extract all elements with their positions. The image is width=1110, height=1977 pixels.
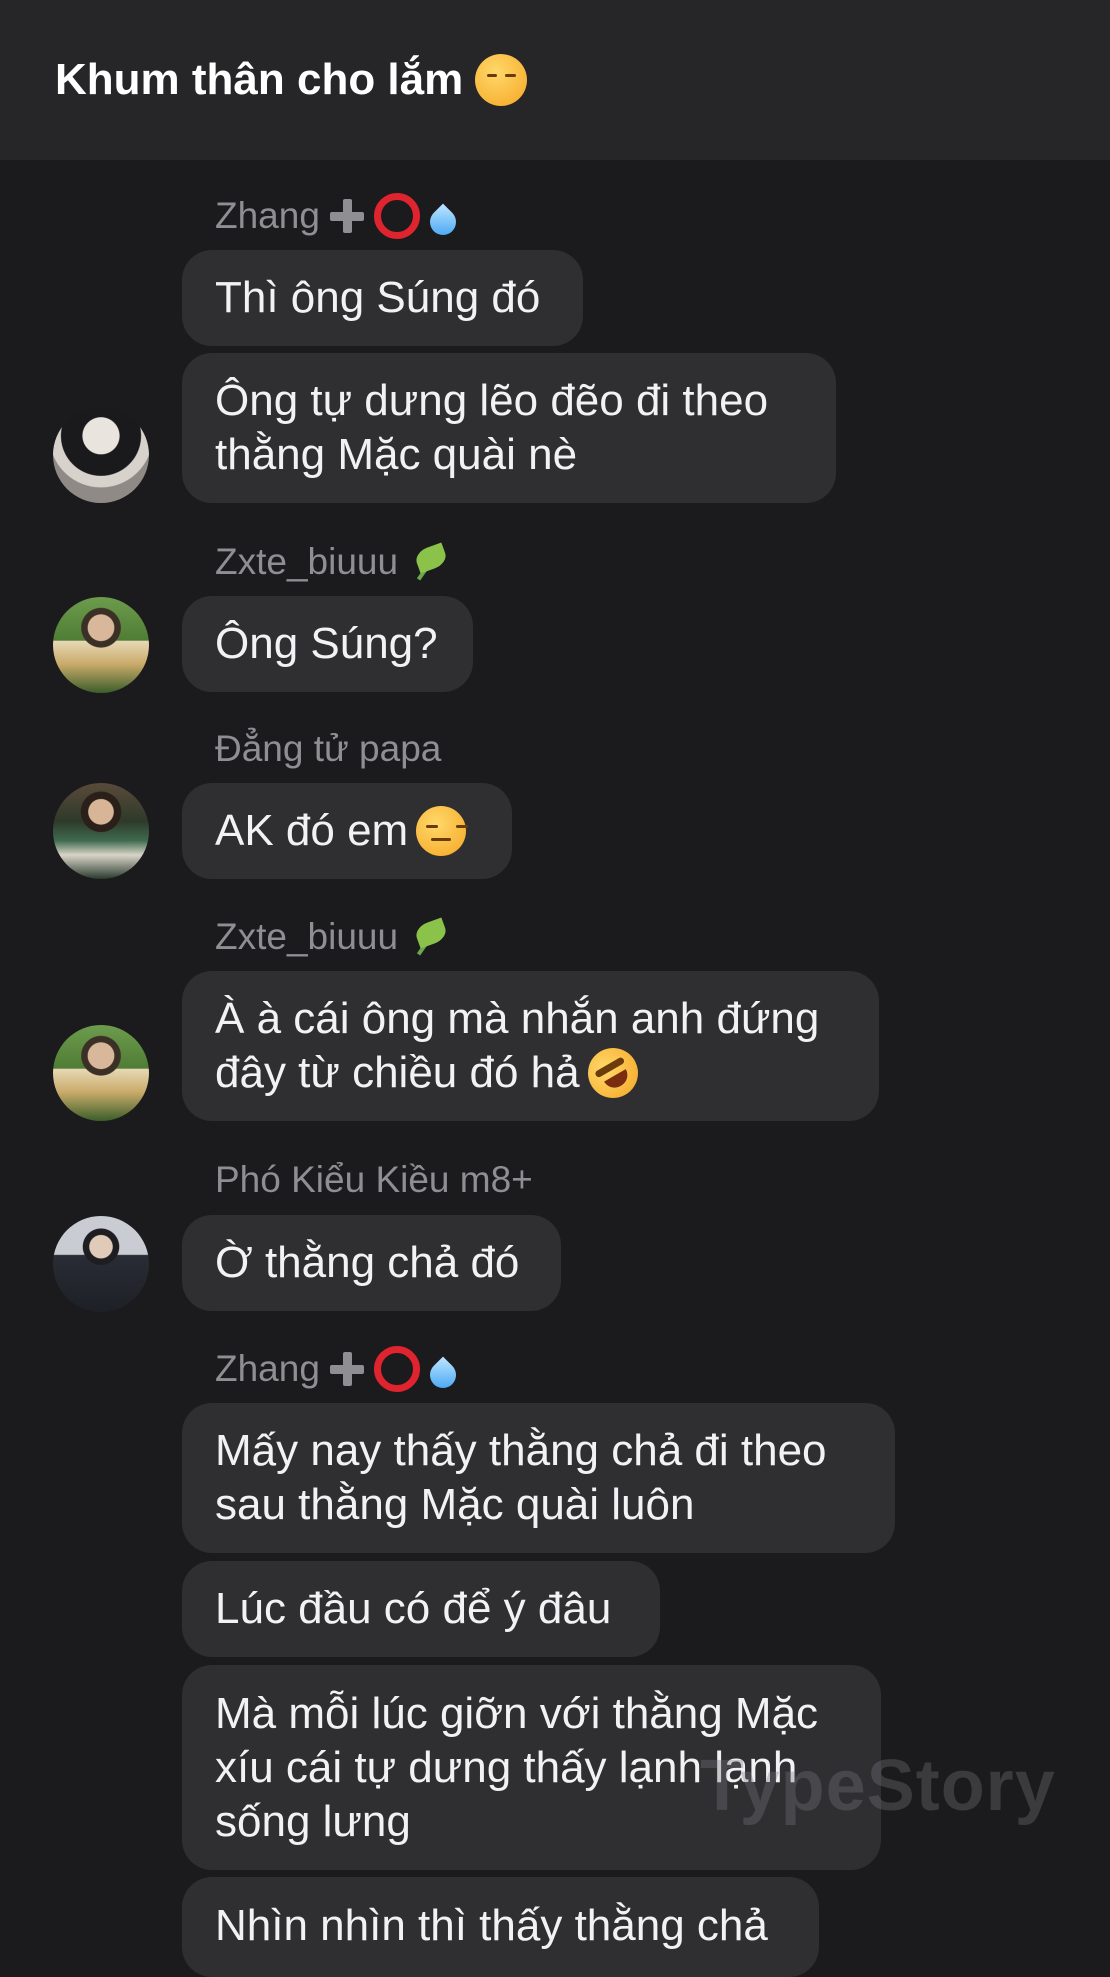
sender-name-zhang: Zhang xyxy=(215,1344,462,1394)
sender-name-zhang: Zhang xyxy=(215,191,462,241)
watermark: TypeStory xyxy=(700,1746,1056,1826)
sender-name-zxte: Zxte_biuuu xyxy=(215,912,454,962)
avatar-zhang[interactable] xyxy=(53,407,149,503)
rolling-laughing-face-icon xyxy=(578,1038,647,1108)
red-circle-icon xyxy=(373,1346,420,1392)
message-bubble[interactable]: Lúc đầu có để ý đâu xyxy=(182,1561,660,1657)
unamused-face-icon xyxy=(475,54,528,106)
message-bubble[interactable]: AK đó em xyxy=(182,783,512,879)
sender-name-zxte: Zxte_biuuu xyxy=(215,537,454,587)
message-bubble[interactable]: Nhìn nhìn thì thấy thằng chả xyxy=(182,1877,819,1977)
sender-name-dang: Đẳng tử papa xyxy=(215,728,442,769)
message-bubble[interactable]: À à cái ông mà nhắn anh đứng đây từ chiề… xyxy=(182,971,879,1121)
droplet-icon xyxy=(424,1356,462,1394)
red-circle-icon xyxy=(373,193,420,239)
message-bubble[interactable]: Ông tự dưng lẽo đẽo đi theo thằng Mặc qu… xyxy=(182,353,836,503)
expressionless-face-icon xyxy=(416,806,467,856)
avatar-dang[interactable] xyxy=(53,783,149,879)
avatar-zxte[interactable] xyxy=(53,1025,149,1121)
message-bubble[interactable]: Ờ thằng chả đó xyxy=(182,1215,561,1311)
avatar-zxte[interactable] xyxy=(53,597,149,693)
plus-icon xyxy=(329,1352,364,1386)
plus-icon xyxy=(329,199,364,233)
message-bubble[interactable]: Ông Súng? xyxy=(182,596,473,692)
avatar-pho[interactable] xyxy=(53,1216,149,1312)
chat-header: Khum thân cho lắm xyxy=(0,0,1110,160)
leaf-icon xyxy=(408,914,454,960)
message-bubble[interactable]: Mấy nay thấy thằng chả đi theo sau thằng… xyxy=(182,1403,895,1553)
message-bubble[interactable]: Thì ông Súng đó xyxy=(182,250,583,346)
leaf-icon xyxy=(408,539,454,585)
droplet-icon xyxy=(424,203,462,241)
chat-title[interactable]: Khum thân cho lắm xyxy=(55,54,528,106)
sender-name-pho: Phó Kiểu Kiều m8+ xyxy=(215,1159,533,1200)
